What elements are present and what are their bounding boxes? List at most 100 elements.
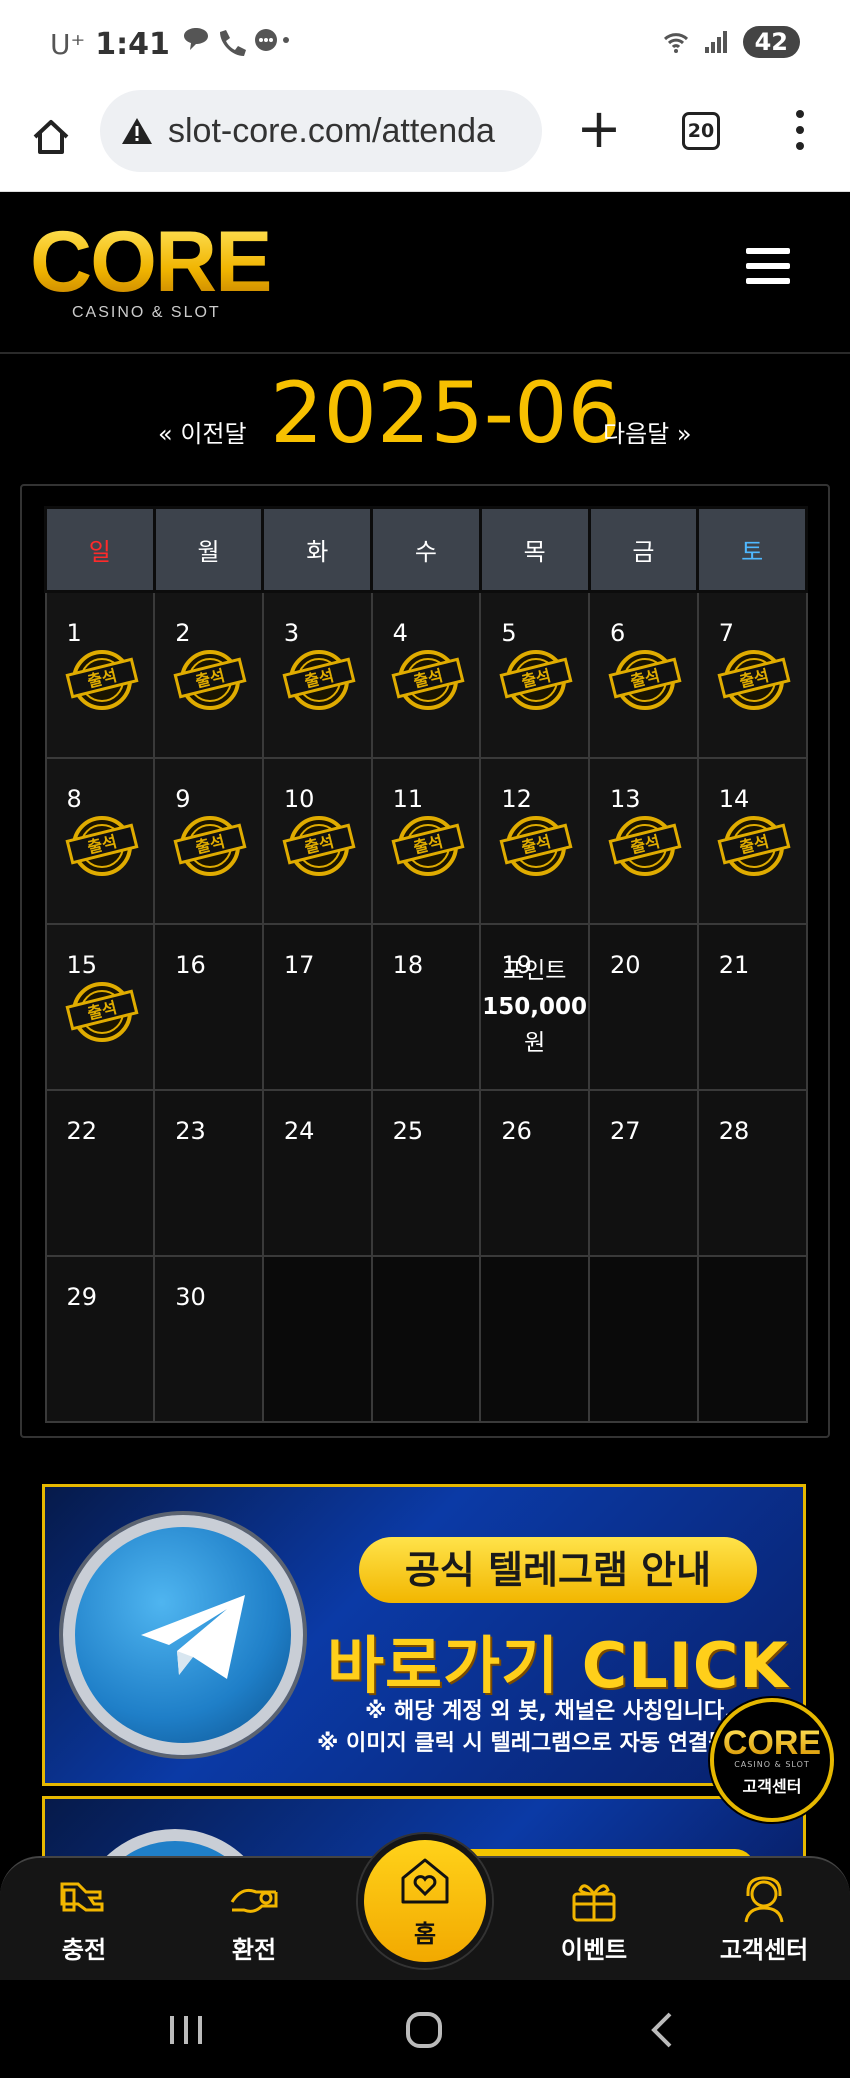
calendar-day-cell: 24 (261, 1088, 373, 1257)
notification-icons (180, 26, 290, 62)
calendar-day-cell: 1 출석 (44, 590, 156, 759)
gift-icon (572, 1884, 616, 1922)
site-logo[interactable]: CORE CASINO & SLOT (30, 219, 290, 321)
month-title: 2025-06 (270, 364, 621, 462)
next-month-link[interactable]: 다음달 » (603, 414, 692, 449)
day-number: 15 (66, 950, 98, 979)
system-navigation-bar (0, 1980, 850, 2078)
telegram-icon (63, 1515, 303, 1755)
weekday-tue: 화 (261, 506, 374, 593)
day-number: 9 (175, 784, 191, 813)
day-number: 26 (501, 1116, 532, 1145)
attendance-calendar: 일 월 화 수 목 금 토 1 출석 2 출석 3 출석 4 출석 5 출석 6 출석 7 출석 8 출석 9 출… (20, 484, 830, 1438)
calendar-day-cell: 3 출석 (261, 590, 373, 759)
day-number: 29 (66, 1282, 98, 1311)
logo-wordmark: CORE (30, 219, 290, 305)
attendance-stamp-icon: 출석 (173, 815, 247, 876)
calendar-week-row: 29 30 (44, 1254, 808, 1423)
nav-exchange[interactable]: 환전 (194, 1876, 314, 1965)
day-number: 7 (718, 619, 734, 647)
nav-exchange-label: 환전 (231, 1936, 277, 1964)
attendance-stamp-icon: 출석 (282, 650, 356, 710)
back-icon[interactable] (646, 2010, 676, 2050)
status-left: U⁺ 1:41 (50, 26, 290, 62)
day-number: 23 (175, 1116, 206, 1145)
calendar-day-cell: 23 (153, 1088, 264, 1257)
attendance-stamp-icon: 출석 (391, 815, 465, 876)
calendar-empty-cell (588, 1254, 699, 1423)
calendar-day-cell: 6 출석 (588, 590, 699, 759)
customer-center-floating-button[interactable]: CORE CASINO & SLOT 고객센터 (710, 1698, 834, 1822)
calendar-day-cell: 8 출석 (44, 756, 156, 925)
day-number: 8 (66, 784, 82, 813)
new-tab-button[interactable]: + (574, 102, 624, 158)
day-number: 11 (392, 784, 424, 813)
attendance-stamp-icon: 출석 (608, 815, 682, 876)
nav-home[interactable]: 홈 (358, 1834, 492, 1968)
calendar-empty-cell (479, 1254, 591, 1423)
day-number: 16 (175, 950, 206, 979)
status-bar: U⁺ 1:41 42 (0, 0, 850, 90)
calendar-day-cell: 12 출석 (479, 756, 591, 925)
tab-switcher-button[interactable]: 20 (682, 112, 720, 150)
nav-support[interactable]: 고객센터 (704, 1876, 824, 1965)
calendar-empty-cell (370, 1254, 482, 1423)
telegram-banner[interactable]: 공식 텔레그램 안내 바로가기 CLICK ※ 해당 계정 외 봇, 채널은 사… (42, 1484, 806, 1786)
banner-title-pill: 공식 텔레그램 안내 (359, 1537, 757, 1603)
attendance-stamp-icon: 출석 (499, 650, 573, 710)
calendar-day-cell: 21 (696, 922, 808, 1091)
calendar-day-cell: 25 (370, 1088, 482, 1257)
day-number: 24 (283, 1116, 315, 1145)
day-number: 10 (283, 784, 315, 813)
calendar-day-cell: 27 (588, 1088, 699, 1257)
nav-home-label: 홈 (413, 1920, 437, 1948)
day-number: 25 (392, 1116, 424, 1145)
nav-event[interactable]: 이벤트 (534, 1876, 654, 1965)
logo-tagline: CASINO & SLOT (72, 304, 221, 321)
calendar-day-cell: 7 출석 (696, 590, 808, 759)
day-number: 3 (283, 619, 300, 647)
home-icon (33, 120, 69, 154)
calendar-day-cell: 26 (479, 1088, 591, 1257)
calendar-day-cell: 17 (261, 922, 373, 1091)
prev-month-link[interactable]: « 이전달 (158, 414, 247, 449)
calendar-day-cell: 2 출석 (153, 590, 264, 759)
calendar-day-cell: 22 (44, 1088, 156, 1257)
points-amount: 150,000 (482, 993, 588, 1020)
home-heart-icon (401, 1858, 449, 1904)
attendance-stamp-icon: 출석 (391, 650, 465, 710)
day-number: 6 (610, 619, 626, 647)
points-reward: 포인트 150,000 원 (481, 953, 588, 1061)
attendance-stamp-icon: 출석 (282, 815, 356, 876)
browser-home-button[interactable] (26, 108, 76, 166)
points-unit: 원 (524, 1029, 546, 1056)
address-bar[interactable]: slot-core.com/attenda (100, 90, 542, 172)
wifi-icon (663, 33, 688, 53)
day-number: 28 (718, 1116, 750, 1145)
calendar-day-cell: 14 출석 (696, 756, 808, 925)
weekday-mon: 월 (152, 506, 265, 593)
day-number: 18 (392, 950, 424, 979)
browser-menu-button[interactable] (790, 110, 810, 156)
banner-cta-text: 바로가기 CLICK (327, 1629, 789, 1702)
nav-charge[interactable]: 충전 (24, 1876, 144, 1965)
calendar-week-row: 8 출석 9 출석 10 출석 11 출석 12 출석 13 출석 14 출석 (44, 756, 808, 925)
day-number: 22 (66, 1116, 98, 1145)
weekday-fri: 금 (587, 506, 700, 593)
month-navigation: « 이전달 2025-06 다음달 » (0, 354, 850, 474)
calendar-day-cell: 11 출석 (370, 756, 482, 925)
calendar-day-cell: 19 포인트 150,000 원 (479, 922, 591, 1091)
calendar-day-cell: 15 출석 (44, 922, 156, 1091)
calendar-day-cell: 28 (696, 1088, 808, 1257)
day-number: 2 (175, 619, 191, 647)
day-number: 17 (283, 950, 315, 979)
attendance-stamp-icon: 출석 (173, 650, 247, 710)
system-home-icon[interactable] (404, 2010, 444, 2050)
recents-icon[interactable] (168, 2010, 204, 2050)
calendar-day-cell: 9 출석 (153, 756, 264, 925)
weekday-thu: 목 (478, 506, 591, 593)
attendance-stamp-icon: 출석 (65, 981, 138, 1042)
site-header: CORE CASINO & SLOT (0, 192, 850, 354)
hamburger-menu-icon[interactable] (746, 248, 790, 284)
day-number: 1 (66, 619, 82, 647)
